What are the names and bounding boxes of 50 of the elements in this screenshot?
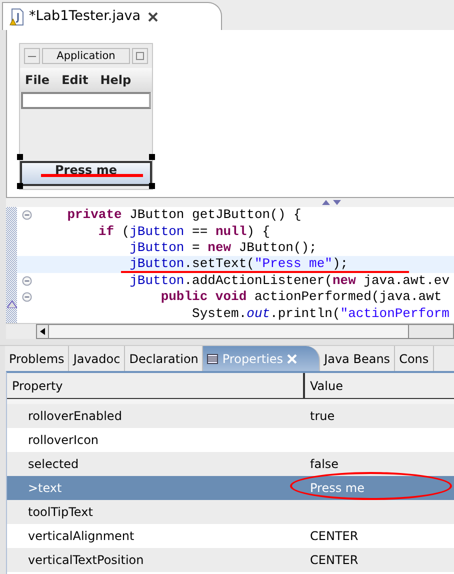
fold-icon[interactable] — [22, 276, 32, 286]
text-field[interactable] — [21, 92, 151, 109]
splitter[interactable] — [6, 197, 454, 207]
collapse-down-icon[interactable] — [333, 200, 341, 205]
property-row[interactable]: verticalTextPosition CENTER — [7, 548, 454, 572]
property-name: rolloverEnabled — [27, 408, 123, 425]
selection-handle[interactable] — [149, 183, 155, 189]
fold-icon[interactable] — [22, 292, 32, 302]
property-name: selected — [27, 456, 80, 473]
property-value: CENTER — [309, 528, 358, 545]
selection-handle[interactable] — [149, 154, 155, 160]
minimize-icon[interactable] — [24, 48, 40, 64]
code-line: System.out.println("actionPerform — [191, 306, 450, 321]
column-header[interactable]: Value — [305, 373, 454, 398]
property-value: CENTER — [309, 552, 358, 569]
code-line: private JButton getJButton() { — [66, 208, 302, 222]
property-value: false — [309, 456, 339, 473]
scroll-thumb[interactable] — [49, 325, 409, 338]
property-name: toolTipText — [27, 504, 94, 521]
code-line: jButton.addActionListener(new java.awt.ev — [128, 274, 450, 288]
code-line: if (jButton == null) { — [97, 224, 270, 239]
code-line: public void actionPerformed(java.awt — [160, 290, 442, 304]
property-row[interactable]: toolTipText — [7, 500, 454, 524]
selection-handle[interactable] — [17, 154, 23, 160]
property-row[interactable]: selected false — [7, 452, 454, 476]
property-name: rolloverIcon — [27, 432, 100, 449]
maximize-icon[interactable] — [132, 48, 148, 64]
editor-tab[interactable]: *Lab1Tester.java — [2, 2, 222, 30]
press-button[interactable]: Press me — [20, 161, 152, 186]
menu-item[interactable]: Edit — [62, 71, 88, 89]
close-icon[interactable] — [148, 12, 158, 22]
selection-handle[interactable] — [17, 183, 23, 189]
java-file-icon — [9, 8, 25, 26]
menu-item[interactable]: Help — [100, 71, 132, 89]
menu-item[interactable]: File — [25, 71, 50, 89]
code-line: jButton.setText("Press me"); — [128, 257, 348, 272]
property-name: verticalTextPosition — [27, 552, 145, 569]
code-line: jButton = new JButton(); — [128, 240, 317, 255]
app-window[interactable]: Application File Edit Help Press me — [19, 43, 153, 190]
horizontal-scrollbar[interactable] — [36, 324, 454, 339]
property-name: >text — [27, 480, 63, 497]
property-value: true — [309, 408, 335, 425]
fold-icon[interactable] — [22, 210, 32, 220]
property-name: verticalAlignment — [27, 528, 136, 545]
property-row[interactable]: rolloverEnabled true — [7, 404, 454, 428]
window-title: Application — [42, 48, 130, 64]
table-icon — [207, 354, 218, 364]
collapse-up-icon[interactable] — [322, 200, 330, 205]
property-value: Press me — [309, 480, 364, 497]
tab-title: *Lab1Tester.java — [29, 7, 140, 26]
